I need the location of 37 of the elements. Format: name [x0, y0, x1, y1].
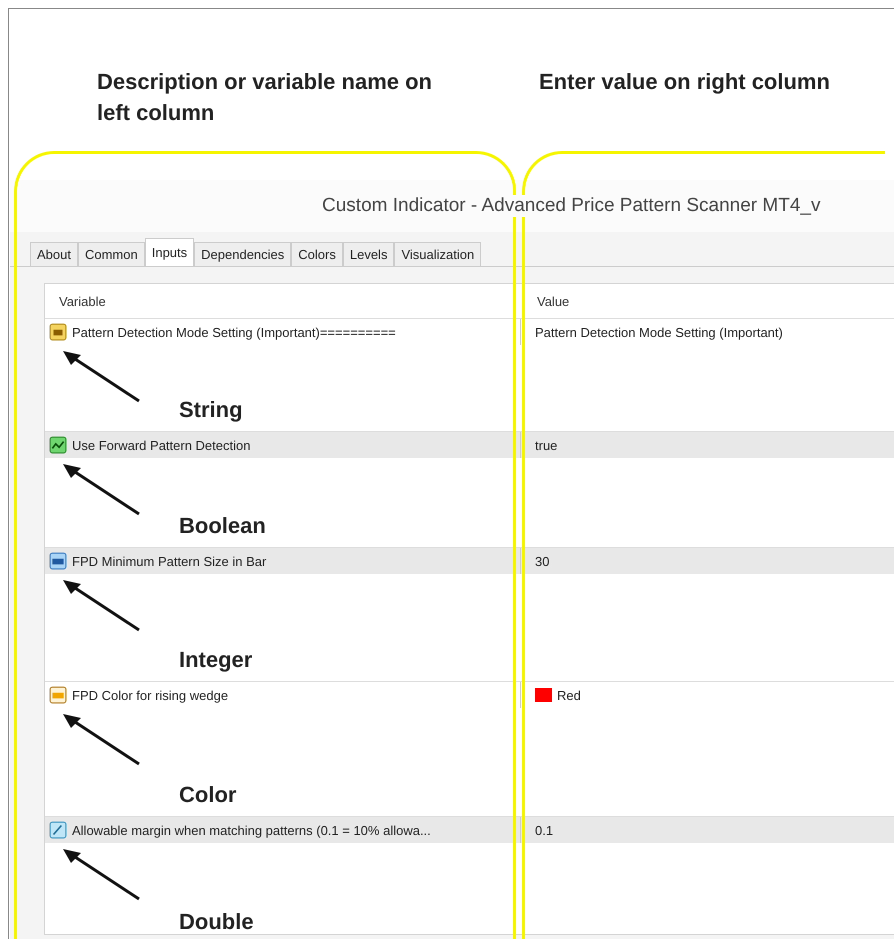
variable-name: Use Forward Pattern Detection: [72, 438, 250, 452]
annotation-heading: Description or variable name on left column: [97, 68, 433, 127]
annotation-label: String: [179, 397, 243, 423]
tab[interactable]: Visualization: [394, 242, 482, 266]
double-type-icon: [49, 821, 67, 839]
variable-value: Pattern Detection Mode Setting (Important): [535, 324, 783, 340]
column-header[interactable]: Value: [525, 294, 570, 308]
column-header[interactable]: Variable: [45, 294, 525, 308]
table-row[interactable]: Use Forward Pattern Detection true: [45, 431, 894, 458]
variable-name: FPD Color for rising wedge: [72, 688, 228, 702]
table-row[interactable]: FPD Color for rising wedge Red: [45, 681, 894, 708]
variable-name: Pattern Detection Mode Setting (Important)==========: [72, 324, 396, 340]
annotation-label: Color: [179, 782, 236, 808]
string-type-icon: [49, 323, 67, 341]
tab[interactable]: Inputs: [144, 238, 194, 266]
table-row[interactable]: Allowable margin when matching patterns (0.1 = 10% allowa... 0.1: [45, 816, 894, 843]
tab[interactable]: Common: [78, 242, 145, 266]
variable-name: FPD Minimum Pattern Size in Bar: [72, 554, 266, 568]
boolean-type-icon: [49, 436, 67, 454]
tab[interactable]: Levels: [342, 242, 394, 266]
annotation-label: Double: [179, 909, 254, 935]
annotation-label: Boolean: [179, 513, 266, 539]
table-row[interactable]: Pattern Detection Mode Setting (Important)========== Pattern Detection Mode Setting (Important): [45, 318, 894, 345]
variable-value: Red: [557, 688, 581, 702]
integer-type-icon: [49, 552, 67, 570]
tab[interactable]: About: [30, 242, 78, 266]
variable-value: true: [535, 438, 558, 452]
color-type-icon: [49, 686, 67, 704]
variable-name: Allowable margin when matching patterns (0.1 = 10% allowa...: [72, 822, 431, 838]
variable-value: 0.1: [535, 822, 554, 838]
tab[interactable]: Colors: [291, 242, 343, 266]
window-title: Custom Indicator - Advanced Price Pattern Scanner MT4_v: [322, 195, 820, 217]
table-row[interactable]: FPD Minimum Pattern Size in Bar 30: [45, 547, 894, 574]
annotation-label: Integer: [179, 647, 252, 673]
variable-value: 30: [535, 554, 550, 568]
tab[interactable]: Dependencies: [194, 242, 292, 266]
annotation-heading: Enter value on right column: [539, 68, 830, 96]
